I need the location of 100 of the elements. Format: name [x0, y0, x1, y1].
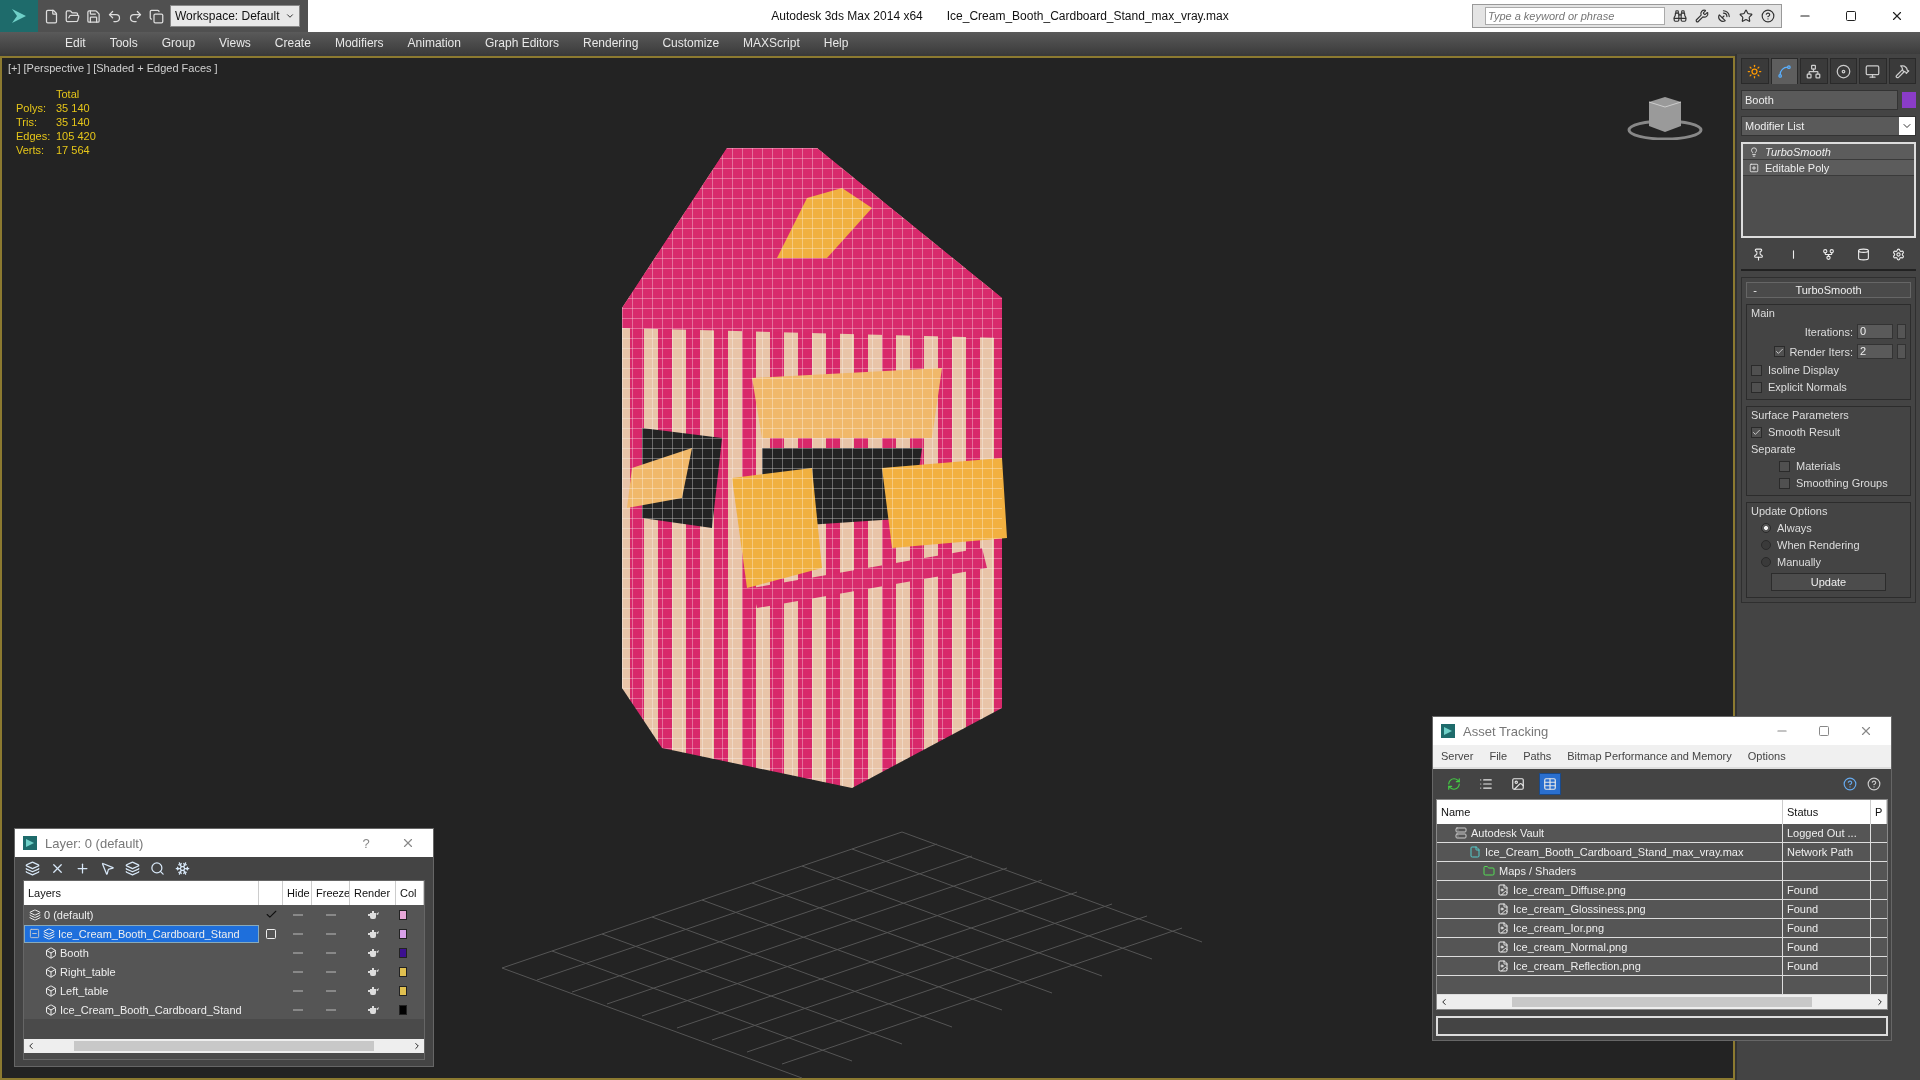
menu-item[interactable]: File	[1489, 750, 1508, 762]
update-button[interactable]: Update	[1771, 573, 1886, 591]
asset-name[interactable]: Ice_cream_Reflection.png	[1437, 957, 1783, 975]
menu-item[interactable]: Create	[262, 36, 323, 50]
menu-item[interactable]: Animation	[395, 36, 473, 50]
freeze-toggle[interactable]	[326, 989, 336, 992]
color-swatch[interactable]	[399, 928, 407, 939]
asset-name[interactable]: Ice_cream_Ior.png	[1437, 919, 1783, 937]
checkbox[interactable]	[1751, 364, 1762, 376]
color-swatch[interactable]	[399, 947, 407, 958]
command-panel-tab[interactable]	[1888, 58, 1916, 84]
iterations-field[interactable]: 0	[1857, 324, 1893, 339]
color-swatch[interactable]	[399, 909, 407, 920]
menu-item[interactable]: Views	[207, 36, 263, 50]
column-header[interactable]: Status	[1783, 800, 1871, 824]
check-icon[interactable]	[264, 908, 278, 921]
asset-name[interactable]: Ice_cream_Normal.png	[1437, 938, 1783, 956]
path-field[interactable]	[1436, 1016, 1888, 1036]
layers-icon[interactable]	[125, 861, 140, 876]
checkbox[interactable]	[1774, 346, 1786, 357]
modifier-list-dropdown[interactable]: Modifier List	[1741, 116, 1916, 136]
menu-item[interactable]: Graph Editors	[472, 36, 571, 50]
hide-toggle[interactable]	[292, 1008, 303, 1011]
color-swatch[interactable]	[399, 985, 407, 996]
workspace-dropdown[interactable]: Workspace: Default	[170, 5, 300, 27]
menu-item[interactable]: Modifiers	[322, 36, 396, 50]
copy-icon[interactable]	[149, 8, 164, 24]
pin-icon[interactable]	[1752, 248, 1765, 261]
menu-item[interactable]: Help	[811, 36, 861, 50]
horizontal-scrollbar[interactable]	[1437, 995, 1887, 1009]
hide-toggle[interactable]	[292, 970, 303, 973]
help-icon[interactable]	[1761, 9, 1775, 23]
app-logo[interactable]	[0, 0, 38, 32]
checkbox[interactable]	[1779, 477, 1790, 489]
cylinder-icon[interactable]	[1857, 248, 1870, 261]
viewport-label[interactable]: [Perspective ]	[23, 62, 91, 74]
search-icon[interactable]	[150, 861, 165, 876]
menu-item[interactable]: Customize	[650, 36, 732, 50]
new-file-icon[interactable]	[44, 8, 59, 24]
radio-button[interactable]	[1761, 540, 1771, 550]
object-color-swatch[interactable]	[1902, 92, 1916, 108]
radio-button[interactable]	[1761, 523, 1771, 533]
settings-icon[interactable]	[1892, 248, 1905, 261]
viewport-label[interactable]: [Shaded + Edged Faces ]	[93, 62, 218, 74]
command-panel-tab[interactable]	[1859, 58, 1887, 84]
open-folder-icon[interactable]	[65, 8, 80, 24]
snowflake-icon[interactable]	[175, 861, 190, 876]
column-header[interactable]: P	[1871, 800, 1887, 824]
command-panel-tab[interactable]	[1800, 58, 1828, 84]
menu-item[interactable]: Server	[1441, 750, 1474, 762]
rollout-header[interactable]: - TurboSmooth	[1746, 282, 1911, 298]
hide-toggle[interactable]	[292, 951, 303, 954]
save-icon[interactable]	[86, 8, 101, 24]
select-icon[interactable]	[100, 861, 115, 876]
freeze-toggle[interactable]	[326, 951, 336, 954]
asset-name[interactable]: Ice_cream_Diffuse.png	[1437, 881, 1783, 899]
color-swatch[interactable]	[399, 966, 407, 977]
render-iters-field[interactable]: 2	[1857, 344, 1893, 359]
menu-item[interactable]: Options	[1747, 750, 1786, 762]
menu-item[interactable]: MAXScript	[731, 36, 812, 50]
radio-button[interactable]	[1761, 557, 1771, 567]
collapse-icon[interactable]	[29, 928, 40, 939]
delete-icon[interactable]	[50, 861, 65, 876]
checkbox[interactable]	[1751, 426, 1762, 438]
viewport-label[interactable]: [+]	[8, 62, 21, 74]
asset-name[interactable]: Autodesk Vault	[1437, 824, 1783, 842]
column-header[interactable]: Name	[1437, 800, 1783, 824]
undo-icon[interactable]	[107, 8, 122, 24]
menu-item[interactable]: Edit	[53, 36, 98, 50]
new-layer-icon[interactable]	[25, 861, 40, 876]
help-button[interactable]: ?	[349, 831, 383, 855]
menu-item[interactable]: Paths	[1523, 750, 1552, 762]
color-swatch[interactable]	[399, 1004, 407, 1015]
hide-toggle[interactable]	[292, 932, 303, 935]
command-panel-tab[interactable]	[1770, 58, 1798, 84]
modifier-stack-item[interactable]: Editable Poly	[1743, 160, 1914, 176]
checkbox[interactable]	[1779, 460, 1790, 472]
satellite-dish-icon[interactable]	[1717, 9, 1731, 23]
freeze-toggle[interactable]	[326, 1008, 336, 1011]
horizontal-scrollbar[interactable]	[24, 1039, 424, 1053]
menu-item[interactable]: Group	[149, 36, 208, 50]
freeze-toggle[interactable]	[326, 932, 336, 935]
checkbox-icon[interactable]	[265, 927, 277, 940]
search-field[interactable]: Type a keyword or phrase	[1485, 7, 1665, 25]
redo-icon[interactable]	[128, 8, 143, 24]
layer-row[interactable]: Ice_Cream_Booth_Cardboard_Stand	[24, 924, 259, 943]
wrench-icon[interactable]	[1695, 9, 1709, 23]
asset-name[interactable]: Ice_Cream_Booth_Cardboard_Stand_max_vray.max	[1437, 843, 1783, 861]
command-panel-tab[interactable]	[1741, 58, 1769, 84]
hide-toggle[interactable]	[292, 989, 303, 992]
menu-item[interactable]: Rendering	[571, 36, 651, 50]
modifier-stack-item[interactable]: TurboSmooth	[1743, 144, 1914, 160]
freeze-toggle[interactable]	[326, 913, 336, 916]
star-icon[interactable]	[1739, 9, 1753, 23]
menu-item[interactable]: Tools	[97, 36, 150, 50]
object-name-field[interactable]: Booth	[1741, 90, 1898, 110]
add-icon[interactable]	[75, 861, 90, 876]
fork-icon[interactable]	[1822, 248, 1835, 261]
asset-name[interactable]: Ice_cream_Glossiness.png	[1437, 900, 1783, 918]
asset-name[interactable]: Maps / Shaders	[1437, 862, 1783, 880]
